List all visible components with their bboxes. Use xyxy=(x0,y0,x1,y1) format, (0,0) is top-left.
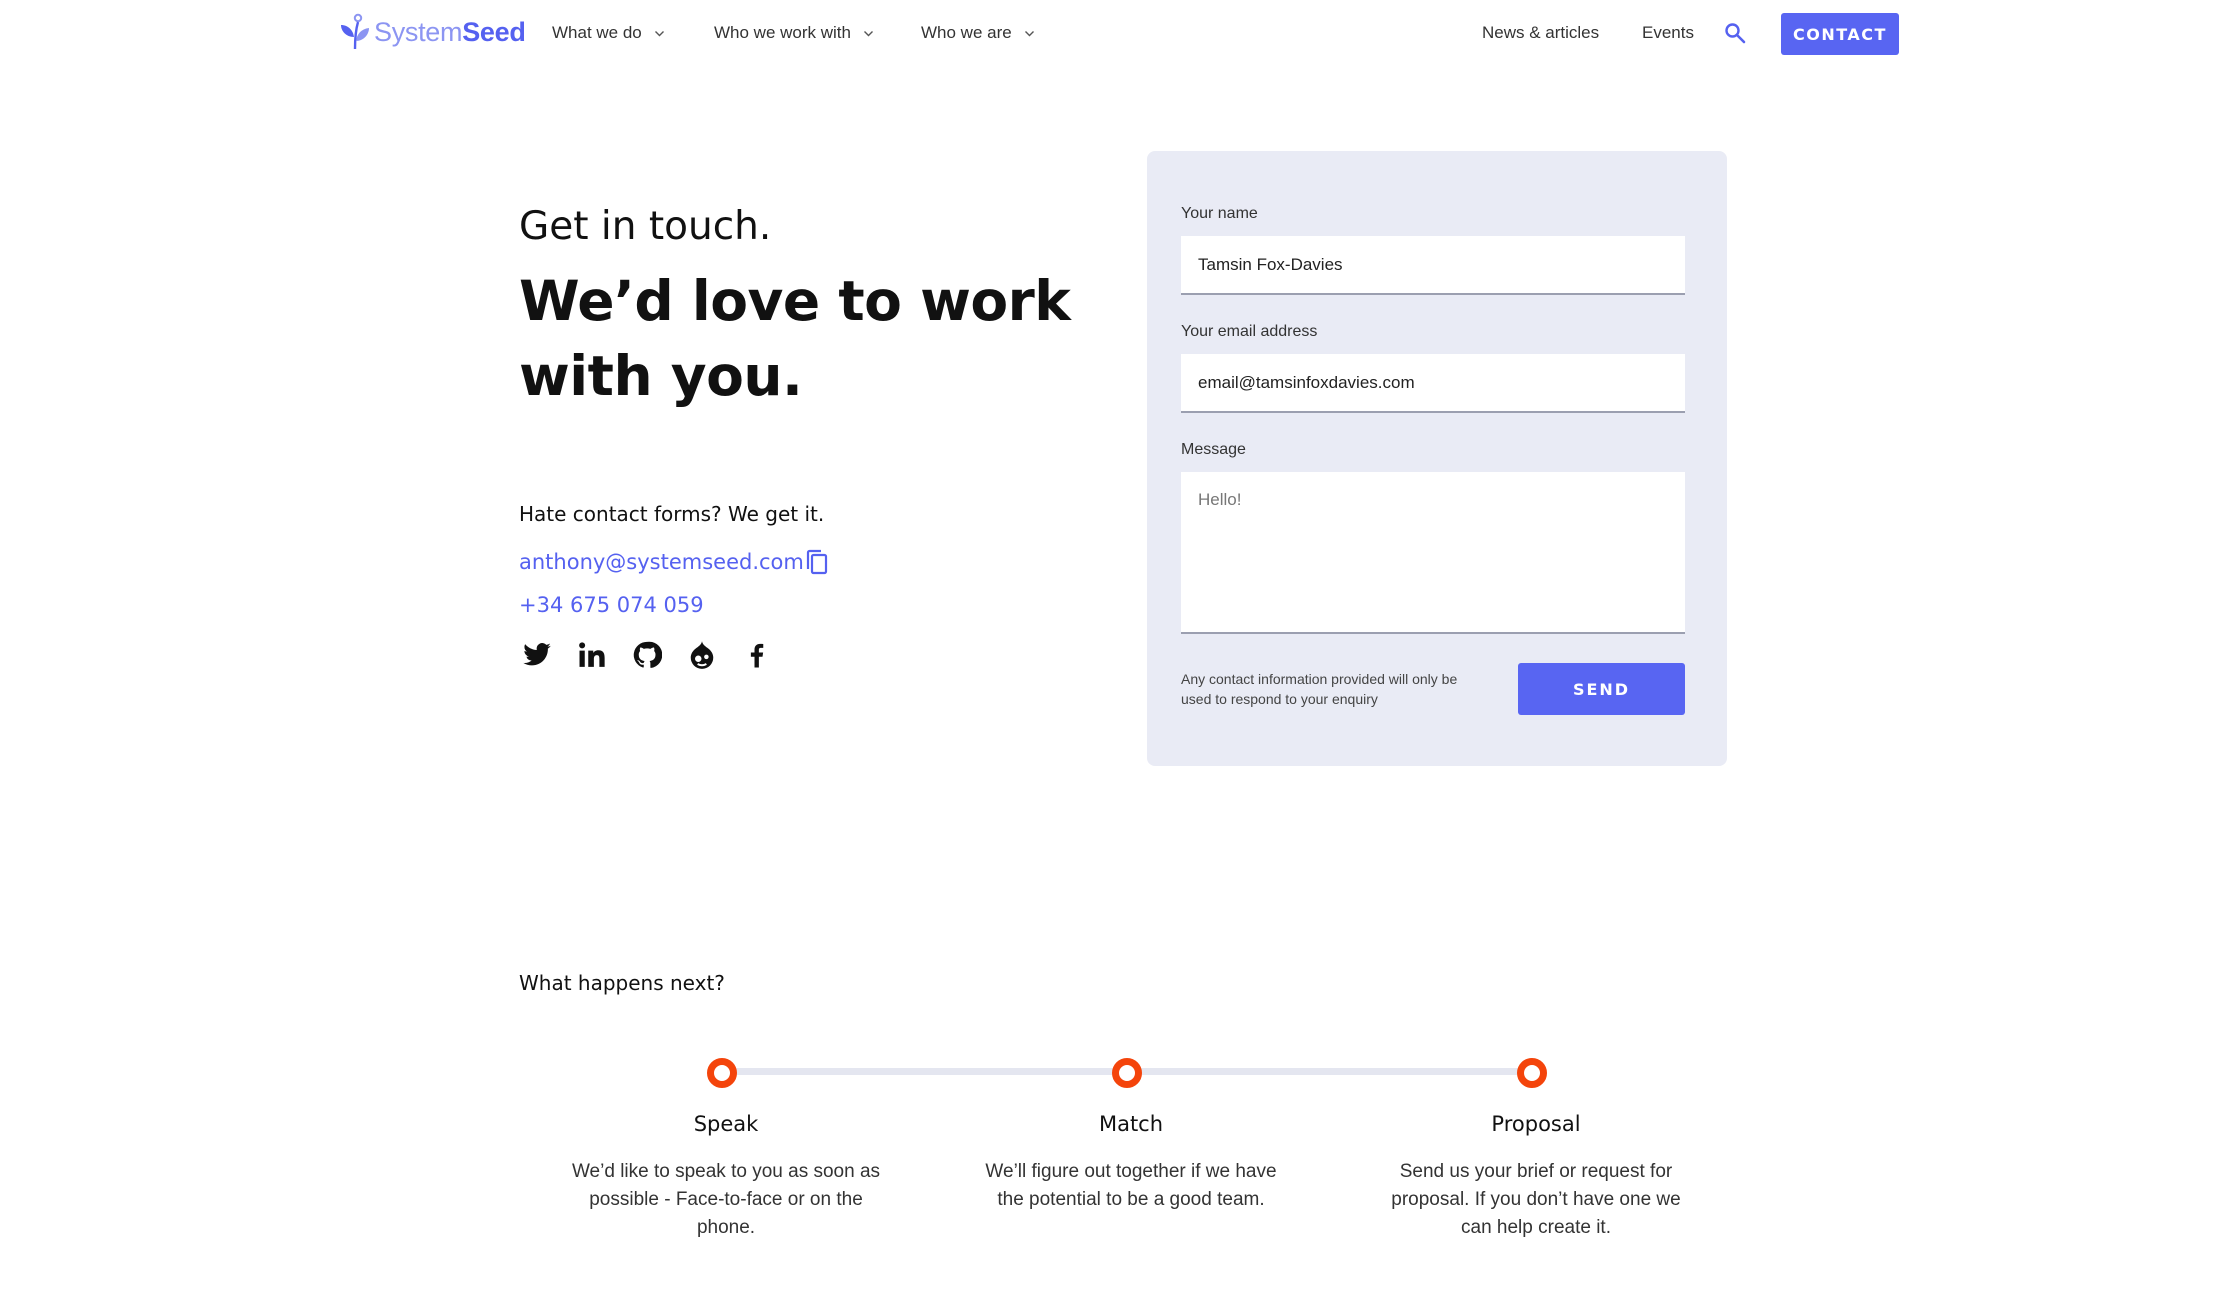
search-icon[interactable] xyxy=(1724,22,1746,44)
hero-subtitle: Get in touch. xyxy=(519,204,772,249)
nav-label: What we do xyxy=(552,23,642,42)
step-speak: Speak We’d like to speak to you as soon … xyxy=(566,1112,886,1242)
chevron-down-icon xyxy=(654,30,664,36)
site-header: SystemSeed What we do Who we work with W… xyxy=(0,0,2240,68)
github-icon[interactable] xyxy=(632,640,662,670)
linkedin-icon[interactable] xyxy=(577,640,607,670)
nav-who-we-are[interactable]: Who we are xyxy=(921,23,1035,43)
next-steps-title: What happens next? xyxy=(519,971,725,995)
nav-who-we-work-with[interactable]: Who we work with xyxy=(714,23,874,43)
logo-text: SystemSeed xyxy=(374,16,526,47)
nav-label: Events xyxy=(1642,23,1694,42)
step-description: We’ll figure out together if we have the… xyxy=(985,1161,1277,1210)
step-match: Match We’ll figure out together if we ha… xyxy=(971,1112,1291,1214)
step-title: Speak xyxy=(693,1112,759,1136)
email-field[interactable] xyxy=(1181,354,1685,413)
hero-title: We’d love to work with you. xyxy=(519,269,1071,408)
name-field[interactable] xyxy=(1181,236,1685,295)
sprout-icon xyxy=(341,13,369,50)
systemseed-logo[interactable]: SystemSeed xyxy=(338,13,526,51)
timeline-dot xyxy=(1517,1058,1547,1088)
contact-button[interactable]: CONTACT xyxy=(1781,13,1899,55)
step-description: We’d like to speak to you as soon as pos… xyxy=(571,1161,881,1238)
timeline-dot xyxy=(1112,1058,1142,1088)
email-link[interactable]: anthony@systemseed.com xyxy=(519,550,804,574)
send-button[interactable]: SEND xyxy=(1518,663,1685,715)
message-label: Message xyxy=(1181,441,1246,458)
timeline-dot xyxy=(707,1058,737,1088)
step-title: Match xyxy=(1098,1112,1164,1136)
email-label: Your email address xyxy=(1181,323,1318,340)
step-description: Send us your brief or request for propos… xyxy=(1391,1161,1681,1238)
contact-intro-text: Hate contact forms? We get it. xyxy=(519,502,825,526)
nav-events[interactable]: Events xyxy=(1642,23,1694,43)
drupal-icon[interactable] xyxy=(687,640,717,670)
nav-what-we-do[interactable]: What we do xyxy=(552,23,665,43)
copy-icon[interactable] xyxy=(805,549,829,577)
nav-news-articles[interactable]: News & articles xyxy=(1482,23,1599,43)
nav-label: Who we work with xyxy=(714,23,851,42)
chevron-down-icon xyxy=(863,30,873,36)
facebook-icon[interactable] xyxy=(742,640,772,670)
chevron-down-icon xyxy=(1024,30,1034,36)
phone-link[interactable]: +34 675 074 059 xyxy=(519,593,704,617)
message-field[interactable] xyxy=(1181,472,1685,634)
twitter-icon[interactable] xyxy=(522,640,552,670)
name-label: Your name xyxy=(1181,205,1258,222)
nav-label: News & articles xyxy=(1482,23,1600,42)
step-title: Proposal xyxy=(1491,1112,1581,1136)
step-proposal: Proposal Send us your brief or request f… xyxy=(1376,1112,1696,1242)
nav-label: Who we are xyxy=(921,23,1012,42)
privacy-disclaimer: Any contact information provided will on… xyxy=(1181,671,1458,707)
